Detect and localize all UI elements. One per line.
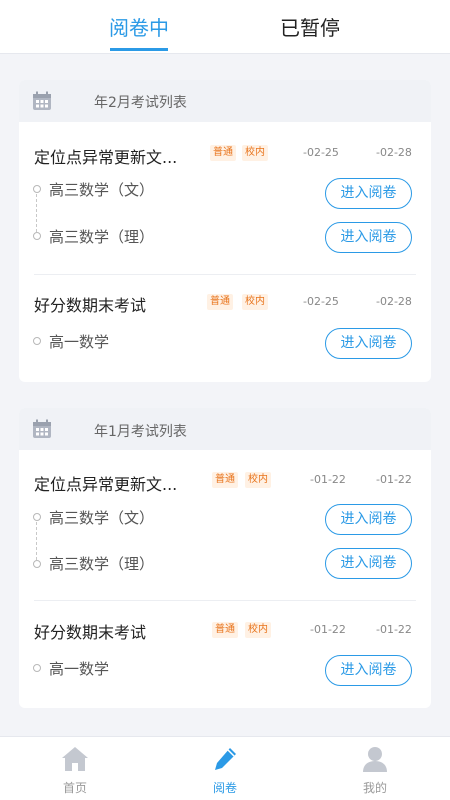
divider: [34, 600, 416, 601]
exam-start-date: -02-25: [303, 146, 339, 159]
enter-grading-button[interactable]: 进入阅卷: [325, 328, 412, 359]
pencil-icon: [215, 748, 236, 770]
subject-connector: [36, 522, 37, 560]
subject-connector: [36, 194, 37, 232]
exam-name: 定位点异常更新文...: [34, 148, 178, 167]
nav-mine-label: 我的: [362, 781, 387, 795]
subject-dot: [33, 337, 41, 345]
enter-grading-button[interactable]: 进入阅卷: [325, 548, 412, 579]
user-icon: [363, 747, 387, 772]
exam-end-date: -01-22: [376, 623, 412, 636]
subject-dot: [33, 664, 41, 672]
tag-normal: 普通: [210, 145, 236, 161]
subject-label: 高三数学（理）: [49, 228, 155, 246]
exam-group-title: 年2月考试列表: [94, 95, 187, 111]
calendar-icon: [33, 419, 51, 438]
exam-start-date: -01-22: [310, 623, 346, 636]
subject-label: 高三数学（文）: [49, 181, 155, 199]
exam-start-date: -02-25: [303, 295, 339, 308]
nav-grading-label: 阅卷: [212, 781, 237, 795]
subject-label: 高三数学（文）: [49, 509, 155, 527]
enter-grading-button[interactable]: 进入阅卷: [325, 655, 412, 686]
subject-dot: [33, 185, 41, 193]
subject-label: 高一数学: [49, 333, 110, 351]
divider: [34, 274, 416, 275]
exam-group-title: 年1月考试列表: [94, 424, 187, 440]
exam-group-header: 年2月考试列表: [19, 80, 431, 122]
exam-group-card: 年2月考试列表 定位点异常更新文... 普通 校内 -02-25 -02-28 …: [19, 80, 431, 382]
tab-grading-in-progress[interactable]: 阅卷中: [79, 12, 199, 41]
tag-in-school: 校内: [242, 294, 268, 310]
tag-normal: 普通: [212, 472, 238, 488]
exam-end-date: -02-28: [376, 295, 412, 308]
nav-home[interactable]: 首页: [30, 737, 120, 800]
subject-dot: [33, 232, 41, 240]
exam-start-date: -01-22: [310, 473, 346, 486]
tag-in-school: 校内: [245, 622, 271, 638]
active-tab-indicator: [110, 48, 168, 51]
exam-end-date: -02-28: [376, 146, 412, 159]
tag-in-school: 校内: [245, 472, 271, 488]
subject-dot: [33, 560, 41, 568]
tag-normal: 普通: [212, 622, 238, 638]
exam-group-header: 年1月考试列表: [19, 408, 431, 450]
exam-name: 好分数期末考试: [34, 623, 147, 642]
enter-grading-button[interactable]: 进入阅卷: [325, 504, 412, 535]
tag-normal: 普通: [207, 294, 233, 310]
subject-label: 高一数学: [49, 660, 110, 678]
calendar-icon: [33, 91, 51, 110]
exam-name: 好分数期末考试: [34, 296, 147, 315]
bottom-navigation: 首页 阅卷 我的: [0, 736, 450, 800]
nav-mine[interactable]: 我的: [330, 737, 420, 800]
subject-label: 高三数学（理）: [49, 555, 155, 573]
home-icon: [62, 747, 88, 771]
top-tab-bar: 阅卷中 已暂停: [0, 0, 450, 54]
nav-home-label: 首页: [62, 781, 87, 795]
subject-dot: [33, 513, 41, 521]
nav-grading[interactable]: 阅卷: [180, 737, 270, 800]
exam-name: 定位点异常更新文...: [34, 475, 178, 494]
tag-in-school: 校内: [242, 145, 268, 161]
exam-end-date: -01-22: [376, 473, 412, 486]
tab-paused[interactable]: 已暂停: [250, 12, 370, 41]
enter-grading-button[interactable]: 进入阅卷: [325, 178, 412, 209]
exam-group-card: 年1月考试列表 定位点异常更新文... 普通 校内 -01-22 -01-22 …: [19, 408, 431, 708]
enter-grading-button[interactable]: 进入阅卷: [325, 222, 412, 253]
